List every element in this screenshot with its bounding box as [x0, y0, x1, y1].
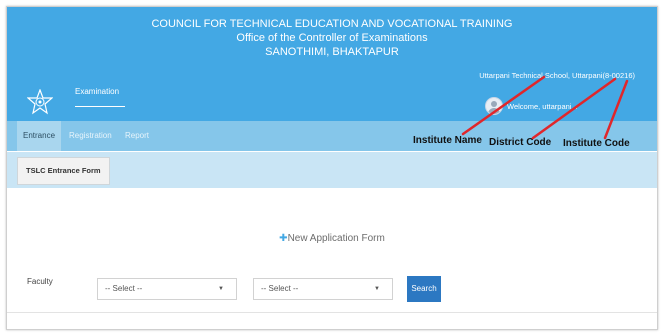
- arrow-institute-code: [603, 79, 629, 140]
- annotation-arrows: [461, 75, 629, 140]
- arrow-institute-name: [461, 75, 546, 136]
- app-window: COUNCIL FOR TECHNICAL EDUCATION AND VOCA…: [6, 6, 658, 330]
- arrow-district-code: [531, 77, 617, 140]
